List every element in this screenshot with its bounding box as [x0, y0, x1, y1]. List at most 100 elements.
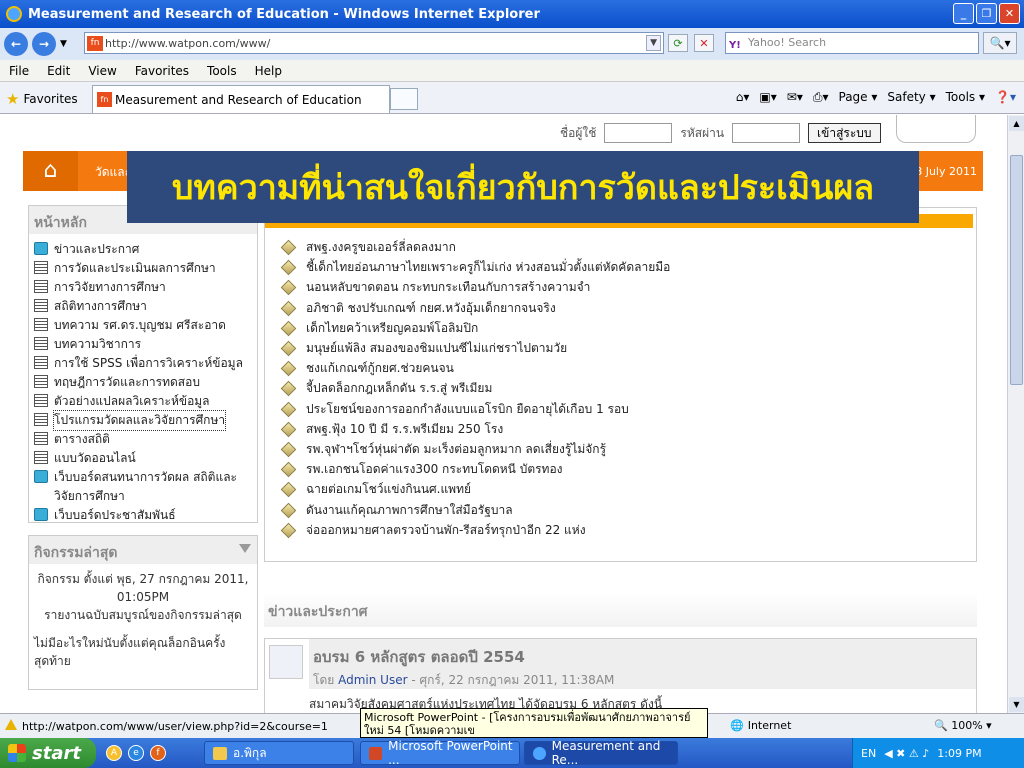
article-link[interactable]: รพ.เอกชนโอดค่าแรง300 กระทบโดดหนี บัตรทอง	[280, 460, 563, 479]
clock: 1:09 PM	[937, 746, 982, 760]
sidebar-item[interactable]: แบบวัดออนไลน์	[29, 449, 257, 468]
home-icon[interactable]: ⌂▾	[736, 90, 750, 105]
sidebar-item[interactable]: ตัวอย่างแปลผลวิเคราะห์ข้อมูล	[29, 392, 257, 411]
sidebar-item[interactable]: การวิจัยทางการศึกษา	[29, 278, 257, 297]
taskbar-ie-button[interactable]: Measurement and Re...	[524, 739, 678, 767]
quicklaunch-app-icon[interactable]: A	[106, 745, 122, 761]
safety-menu[interactable]: Safety ▾	[887, 90, 935, 105]
article-link[interactable]: ดันงานแก้คุณภาพการศึกษาใส่มือรัฐบาล	[280, 501, 513, 520]
avatar[interactable]	[269, 645, 303, 679]
menu-edit[interactable]: Edit	[38, 64, 79, 78]
article-title: มนุษย์แพ้ลิง สมองของชิมแปนซีไม่แก่ชราไปต…	[306, 341, 568, 355]
article-link[interactable]: สพฐ.งงครูขอเออร์ลี่ลดลงมาก	[280, 238, 456, 257]
window-titlebar[interactable]: Measurement and Research of Education - …	[0, 0, 1024, 28]
search-input[interactable]: Y! Yahoo! Search	[725, 32, 979, 54]
sidebar-item[interactable]: บทความ รศ.ดร.บุญชม ศรีสะอาด	[29, 316, 257, 335]
zoom-control[interactable]: 🔍 100% ▾	[934, 719, 992, 732]
sidebar-item[interactable]: ตารางสถิติ	[29, 430, 257, 449]
activity-report-link[interactable]: รายงานฉบับสมบูรณ์ของกิจกรรมล่าสุด	[29, 606, 257, 624]
history-dropdown-icon[interactable]: ▼	[60, 39, 67, 49]
password-input[interactable]	[732, 123, 801, 143]
address-dropdown-icon[interactable]: ▼	[646, 35, 661, 51]
sidebar-item[interactable]: ข่าวและประกาศ	[29, 240, 257, 259]
article-link[interactable]: อภิชาติ ชงปรับเกณฑ์ กยศ.หวังอุ้มเด็กยากจ…	[280, 299, 556, 318]
page-menu[interactable]: Page ▾	[839, 90, 878, 105]
article-bullet-icon	[280, 441, 297, 458]
tab-title: Measurement and Research of Education	[115, 92, 362, 107]
scroll-down-icon[interactable]: ▼	[1009, 697, 1024, 712]
collapse-icon[interactable]	[239, 544, 251, 553]
article-bullet-icon	[280, 239, 297, 256]
favorites-bar: ★ Favorites fn Measurement and Research …	[0, 82, 1024, 114]
print-icon[interactable]: ⎙▾	[813, 90, 829, 105]
scroll-up-icon[interactable]: ▲	[1009, 116, 1024, 131]
sidebar-item-label: สถิติทางการศึกษา	[54, 299, 147, 313]
forward-button[interactable]: →	[32, 32, 56, 56]
article-link[interactable]: ฉายต่อเกมโชว์แข่งกินนศ.แพทย์	[280, 480, 471, 499]
close-button[interactable]: ✕	[999, 3, 1020, 24]
news-post: อบรม 6 หลักสูตร ตลอดปี 2554 โดย Admin Us…	[264, 638, 977, 713]
username-label: ชื่อผู้ใช้	[560, 125, 597, 140]
sidebar-item[interactable]: ทฤษฎีการวัดและการทดสอบ	[29, 373, 257, 392]
taskbar-folder-button[interactable]: อ.พิกุล	[204, 741, 354, 765]
activity-since: กิจกรรม ตั้งแต่ พุธ, 27 กรกฎาคม 2011, 01…	[37, 572, 249, 604]
post-author-link[interactable]: Admin User	[338, 673, 407, 687]
sidebar-item[interactable]: เว็บบอร์ดประชาสัมพันธ์	[29, 506, 257, 525]
header-crumb[interactable]: วัดและ	[95, 163, 131, 182]
document-icon	[34, 451, 48, 464]
document-icon	[34, 432, 48, 445]
stop-icon[interactable]: ✕	[694, 34, 714, 52]
menu-favorites[interactable]: Favorites	[126, 64, 198, 78]
favorites-button[interactable]: ★ Favorites	[6, 90, 78, 108]
menu-file[interactable]: File	[0, 64, 38, 78]
article-link[interactable]: รพ.จุฬาฯโชว์หุ่นผ่าตัด มะเร็งต่อมลูกหมาก…	[280, 440, 606, 459]
article-link[interactable]: จ่อออกหมายศาลตรวจบ้านพัก-รีสอร์ทรุกป่าอี…	[280, 521, 586, 540]
feeds-icon[interactable]: ▣▾	[759, 90, 776, 105]
article-link[interactable]: สพฐ.ฟุ้ง 10 ปี มี ร.ร.พรีเมียม 250 โรง	[280, 420, 503, 439]
article-link[interactable]: ประโยชน์ของการออกกำลังแบบแอโรบิก ยืดอายุ…	[280, 400, 629, 419]
menu-view[interactable]: View	[79, 64, 125, 78]
refresh-icon[interactable]: ⟳	[668, 34, 688, 52]
article-link[interactable]: ชี้เด็กไทยอ่อนภาษาไทยเพราะครูก็ไม่เก่ง ห…	[280, 258, 670, 277]
tools-menu[interactable]: Tools ▾	[946, 90, 985, 105]
sidebar-item[interactable]: บทความวิชาการ	[29, 335, 257, 354]
back-button[interactable]: ←	[4, 32, 28, 56]
sidebar-item[interactable]: การวัดและประเมินผลการศึกษา	[29, 259, 257, 278]
article-link[interactable]: นอนหลับขาดตอน กระทบกระเทือนกับการสร้างคว…	[280, 278, 590, 297]
vertical-scrollbar[interactable]: ▲ ▼	[1007, 115, 1024, 713]
article-bullet-icon	[280, 522, 297, 539]
start-button[interactable]: start	[0, 738, 96, 768]
username-input[interactable]	[604, 123, 673, 143]
sidebar-item[interactable]: โปรแกรมวัดผลและวิจัยการศึกษา	[29, 410, 257, 431]
quicklaunch-ie-icon[interactable]: e	[128, 745, 144, 761]
sidebar-item[interactable]: การใช้ SPSS เพื่อการวิเคราะห์ข้อมูล	[29, 354, 257, 373]
sidebar-item[interactable]: สถิติทางการศึกษา	[29, 297, 257, 316]
language-indicator[interactable]: EN	[861, 747, 876, 760]
scroll-thumb[interactable]	[1010, 155, 1023, 385]
address-input[interactable]: fn http://www.watpon.com/www/ ▼	[84, 32, 664, 54]
help-icon[interactable]: ❓▾	[995, 90, 1016, 105]
restore-button[interactable]: ❐	[976, 3, 997, 24]
search-go-button[interactable]: 🔍▾	[983, 32, 1017, 54]
tray-icons[interactable]: ◀ ✖ ⚠ ♪	[884, 747, 929, 760]
sidebar-item[interactable]: เว็บบอร์ดสนทนาการวัดผล สถิติและวิจัยการศ…	[29, 468, 257, 506]
site-favicon-icon: fn	[87, 36, 103, 51]
tab-current[interactable]: fn Measurement and Research of Education	[92, 85, 390, 113]
article-link[interactable]: ชงแก้เกณฑ์กู้กยศ.ช่วยคนจน	[280, 359, 454, 378]
article-link[interactable]: จี้ปลดล็อกกฎเหล็กดัน ร.ร.สู่ พรีเมียม	[280, 379, 492, 398]
home-icon[interactable]: ⌂	[23, 151, 78, 191]
new-tab-button[interactable]	[390, 88, 418, 110]
mail-icon[interactable]: ✉▾	[787, 90, 803, 105]
menu-tools[interactable]: Tools	[198, 64, 246, 78]
window-controls: _ ❐ ✕	[953, 3, 1020, 24]
minimize-button[interactable]: _	[953, 3, 974, 24]
taskbar-powerpoint-button[interactable]: Microsoft PowerPoint ...	[360, 739, 520, 767]
quicklaunch-firefox-icon[interactable]: f	[150, 745, 166, 761]
security-zone[interactable]: 🌐 Internet	[730, 719, 791, 732]
login-button[interactable]: เข้าสู่ระบบ	[808, 123, 881, 143]
article-link[interactable]: มนุษย์แพ้ลิง สมองของชิมแปนซีไม่แก่ชราไปต…	[280, 339, 568, 358]
user-panel	[896, 115, 976, 143]
articles-block: สพฐ.งงครูขอเออร์ลี่ลดลงมาก ชี้เด็กไทยอ่อน…	[264, 207, 977, 562]
article-link[interactable]: เด็กไทยคว้าเหรียญคอมพ์โอลิมปิก	[280, 319, 478, 338]
menu-help[interactable]: Help	[246, 64, 291, 78]
